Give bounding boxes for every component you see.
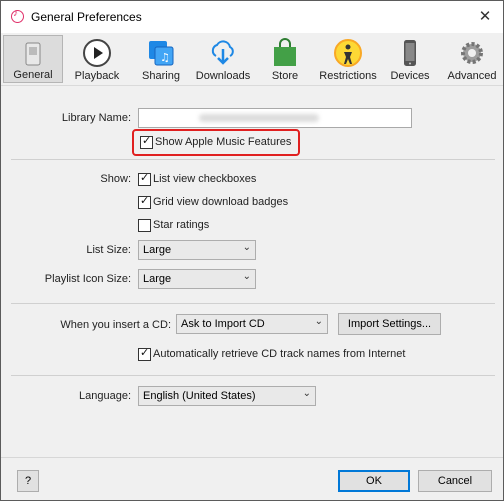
insert-cd-select[interactable]: Ask to Import CD ⌄ bbox=[176, 314, 328, 334]
gear-icon bbox=[461, 42, 483, 64]
insert-cd-label: When you insert a CD: bbox=[60, 319, 171, 331]
preferences-toolbar: General Playback ♫ Sharing Downloads Sto… bbox=[1, 33, 503, 86]
star-ratings-label: Star ratings bbox=[153, 219, 210, 231]
tab-restrictions[interactable]: Restrictions bbox=[317, 35, 379, 83]
itunes-logo-icon bbox=[11, 8, 24, 23]
section-divider bbox=[11, 303, 495, 304]
auto-retrieve-checkbox[interactable] bbox=[138, 346, 151, 361]
tab-label: Downloads bbox=[195, 70, 251, 82]
sharing-icon: ♫ bbox=[149, 41, 174, 66]
list-size-select[interactable]: Large ⌄ bbox=[138, 240, 256, 260]
list-size-label: List Size: bbox=[86, 244, 131, 256]
list-view-label: List view checkboxes bbox=[153, 173, 257, 185]
grid-badges-label: Grid view download badges bbox=[153, 196, 289, 208]
library-name-field[interactable] bbox=[138, 108, 412, 128]
tab-label: Devices bbox=[390, 70, 430, 82]
redacted-text bbox=[199, 114, 319, 122]
tab-label: Sharing bbox=[142, 70, 180, 82]
cancel-button[interactable]: Cancel bbox=[418, 470, 492, 492]
playlist-icon-size-label: Playlist Icon Size: bbox=[44, 273, 131, 285]
chevron-down-icon: ⌄ bbox=[302, 388, 311, 399]
language-label: Language: bbox=[79, 390, 131, 402]
language-value: English (United States) bbox=[143, 390, 256, 402]
auto-retrieve-label: Automatically retrieve CD track names fr… bbox=[153, 348, 406, 360]
tab-store[interactable]: Store bbox=[257, 35, 313, 83]
title-bar: General Preferences ✕ bbox=[1, 1, 503, 33]
language-select[interactable]: English (United States) ⌄ bbox=[138, 386, 316, 406]
tab-downloads[interactable]: Downloads bbox=[193, 35, 253, 83]
section-divider bbox=[11, 375, 495, 376]
import-settings-button[interactable]: Import Settings... bbox=[338, 313, 441, 335]
chevron-down-icon: ⌄ bbox=[314, 316, 323, 327]
close-button[interactable]: ✕ bbox=[475, 7, 495, 27]
store-bag-icon bbox=[274, 38, 296, 66]
tab-general[interactable]: General bbox=[3, 35, 63, 83]
tab-label: Restrictions bbox=[319, 70, 377, 82]
play-icon bbox=[83, 39, 111, 67]
window-title: General Preferences bbox=[31, 10, 142, 24]
show-label: Show: bbox=[100, 173, 131, 185]
footer-divider bbox=[1, 457, 503, 458]
restrictions-icon bbox=[334, 39, 362, 67]
download-cloud-icon bbox=[211, 40, 234, 65]
tab-playback[interactable]: Playback bbox=[67, 35, 127, 83]
chevron-down-icon: ⌄ bbox=[242, 242, 251, 253]
grid-badges-checkbox[interactable] bbox=[138, 194, 151, 209]
chevron-down-icon: ⌄ bbox=[242, 271, 251, 282]
preferences-window: General Preferences ✕ General Playback ♫… bbox=[0, 0, 504, 501]
general-icon bbox=[25, 42, 41, 66]
section-divider bbox=[11, 159, 495, 160]
star-ratings-checkbox[interactable] bbox=[138, 219, 151, 232]
tab-label: Store bbox=[271, 70, 299, 82]
apple-music-checkbox[interactable] bbox=[140, 134, 153, 149]
tab-label: General bbox=[13, 69, 53, 81]
device-icon bbox=[404, 40, 416, 66]
playlist-icon-size-select[interactable]: Large ⌄ bbox=[138, 269, 256, 289]
apple-music-label: Show Apple Music Features bbox=[155, 136, 292, 148]
tab-advanced[interactable]: Advanced bbox=[441, 35, 503, 83]
library-name-label: Library Name: bbox=[61, 112, 131, 124]
playlist-icon-size-value: Large bbox=[143, 273, 172, 285]
ok-button[interactable]: OK bbox=[338, 470, 410, 492]
svg-text:♫: ♫ bbox=[160, 51, 170, 64]
tab-label: Playback bbox=[74, 70, 120, 82]
list-view-checkbox[interactable] bbox=[138, 171, 151, 186]
tab-devices[interactable]: Devices bbox=[383, 35, 437, 83]
tab-label: Advanced bbox=[447, 70, 497, 82]
insert-cd-value: Ask to Import CD bbox=[181, 318, 265, 330]
tab-sharing[interactable]: ♫ Sharing bbox=[131, 35, 191, 83]
help-button[interactable]: ? bbox=[17, 470, 39, 492]
list-size-value: Large bbox=[143, 244, 172, 256]
